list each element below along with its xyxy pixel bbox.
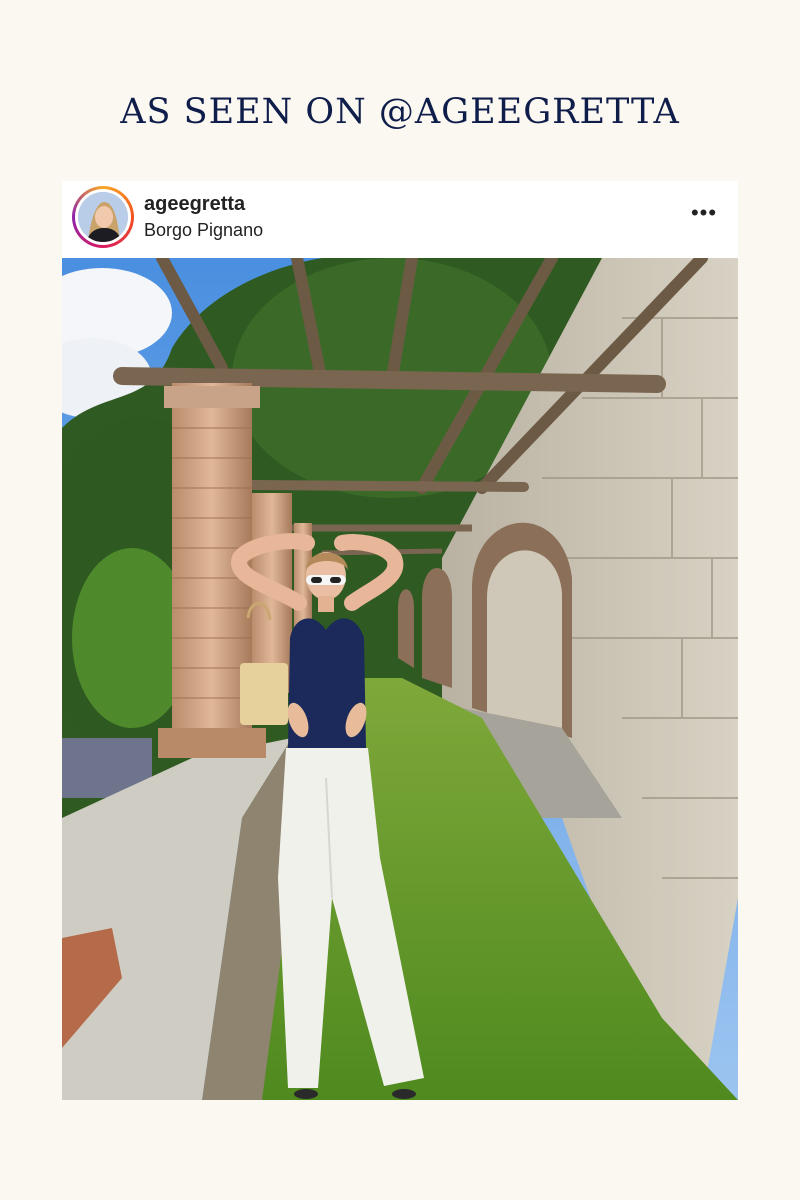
post-location[interactable]: Borgo Pignano (144, 220, 263, 241)
avatar-ring-gap (75, 189, 131, 245)
post-header: ageegretta Borgo Pignano ••• (62, 181, 738, 258)
instagram-post-card: ageegretta Borgo Pignano ••• (62, 181, 738, 1100)
more-options-icon[interactable]: ••• (688, 201, 720, 225)
avatar-photo (78, 192, 128, 242)
photo-scene (62, 258, 738, 1100)
post-photo (62, 258, 738, 1100)
post-username[interactable]: ageegretta (144, 193, 245, 216)
avatar-portrait-icon (78, 192, 128, 242)
page-headline: AS SEEN ON @AGEEGRETTA (120, 92, 680, 132)
profile-avatar[interactable] (72, 186, 134, 248)
